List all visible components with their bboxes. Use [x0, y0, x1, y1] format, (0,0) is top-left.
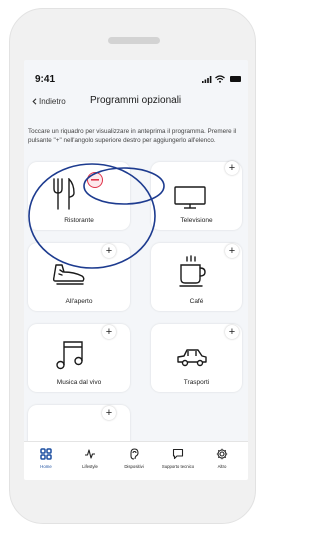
instructions-text: Toccare un riquadro per visualizzare in …: [28, 128, 237, 144]
tile-label: Ristorante: [64, 217, 94, 224]
tab-supporto-tecnico[interactable]: Supporto tecnico: [156, 448, 200, 469]
add-button[interactable]: +: [225, 244, 239, 258]
hearing-aid-icon: [130, 448, 139, 460]
signal-icon: [202, 76, 212, 83]
wifi-icon: [215, 75, 225, 83]
cutlery-icon: [53, 178, 75, 210]
gear-icon: [216, 448, 228, 460]
tab-label: Lifestyle: [82, 464, 98, 469]
tv-icon: [174, 186, 206, 209]
back-label: Indietro: [39, 97, 66, 106]
tile-cafe[interactable]: + Café: [151, 243, 242, 311]
back-button[interactable]: Indietro: [32, 97, 66, 106]
tab-label: Dispositivi: [124, 464, 144, 469]
add-button[interactable]: +: [102, 325, 116, 339]
coffee-cup-icon: [179, 255, 206, 287]
status-bar: 9:41: [24, 60, 248, 90]
tile-label: Trasporti: [183, 379, 210, 386]
phone-speaker: [108, 37, 160, 44]
tile-label: Musica dal vivo: [56, 379, 102, 386]
battery-icon: [230, 76, 241, 82]
app-screen: 9:41 Indietro Programmi opzionali Toccar…: [24, 60, 248, 480]
car-icon: [177, 349, 207, 367]
home-grid-icon: [40, 448, 52, 460]
tile-label: All'aperto: [65, 298, 93, 305]
chat-bubble-icon: [172, 448, 184, 460]
minus-icon: [91, 179, 99, 181]
tile-all-aperto[interactable]: + All'aperto: [28, 243, 130, 311]
tab-altro[interactable]: Altro: [200, 448, 244, 469]
lifestyle-pulse-icon: [85, 449, 95, 459]
tab-lifestyle[interactable]: Lifestyle: [68, 448, 112, 469]
remove-button[interactable]: [88, 173, 102, 187]
add-button[interactable]: +: [225, 325, 239, 339]
tile-label: Café: [189, 298, 204, 305]
tab-dispositivi[interactable]: Dispositivi: [112, 448, 156, 469]
add-button[interactable]: +: [102, 244, 116, 258]
status-time: 9:41: [35, 74, 56, 85]
tab-home[interactable]: Home: [24, 448, 68, 469]
tile-musica-dal-vivo[interactable]: + Musica dal vivo: [28, 324, 130, 392]
page-title: Programmi opzionali: [90, 95, 182, 106]
tile-televisione[interactable]: + Televisione: [151, 161, 242, 230]
tab-label: Supporto tecnico: [161, 464, 195, 469]
tile-ristorante[interactable]: Ristorante: [28, 162, 130, 230]
music-note-icon: [56, 341, 83, 370]
add-button[interactable]: +: [102, 406, 116, 420]
tab-label: Altro: [217, 464, 227, 469]
bottom-tab-bar: Home Lifestyle Dispositivi Supporto tecn…: [24, 441, 248, 480]
shoe-icon: [52, 264, 85, 285]
tile-trasporti[interactable]: + Trasporti: [151, 324, 242, 392]
chevron-left-icon: [32, 98, 37, 105]
tile-label: Televisione: [180, 217, 213, 224]
add-button[interactable]: +: [225, 161, 239, 175]
tab-label: Home: [40, 464, 52, 469]
